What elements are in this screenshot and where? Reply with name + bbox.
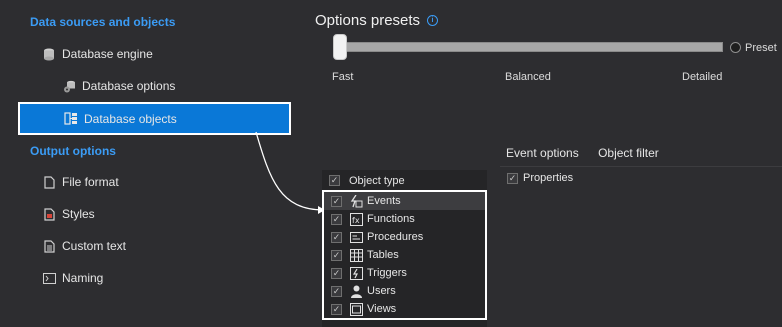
object-type-header[interactable]: ✓ Object type — [322, 171, 487, 191]
list-item-views[interactable]: ✓ Views — [324, 300, 485, 318]
sidebar-item-database-engine[interactable]: Database engine — [42, 44, 153, 64]
users-checkbox[interactable]: ✓ — [331, 285, 342, 297]
sidebar-item-styles[interactable]: Styles — [42, 204, 95, 224]
object-type-header-label: Object type — [349, 174, 405, 187]
preset-label: Preset — [745, 42, 777, 54]
list-item-label: Events — [367, 195, 401, 207]
events-icon — [350, 194, 363, 208]
sidebar-item-label: Custom text — [62, 239, 127, 253]
naming-icon — [42, 271, 56, 285]
functions-icon: fx — [350, 212, 363, 226]
list-item-tables[interactable]: ✓ Tables — [324, 246, 485, 264]
list-item-events[interactable]: ✓ Events — [324, 192, 485, 210]
tables-checkbox[interactable]: ✓ — [331, 249, 342, 261]
styles-icon — [42, 207, 56, 221]
table-icon — [350, 248, 363, 262]
list-item-label: Functions — [367, 213, 415, 225]
sidebar-item-file-format[interactable]: File format — [42, 172, 119, 192]
tabs-divider — [500, 166, 782, 167]
tab-object-filter[interactable]: Object filter — [598, 146, 659, 160]
event-option-label: Properties — [523, 172, 574, 184]
list-item-triggers[interactable]: ✓ Triggers — [324, 264, 485, 282]
sidebar-item-label: File format — [62, 175, 119, 189]
views-icon — [350, 302, 363, 316]
annotation-arrow — [255, 131, 325, 214]
list-item-label: Users — [367, 285, 396, 297]
views-checkbox[interactable]: ✓ — [331, 303, 342, 315]
functions-checkbox[interactable]: ✓ — [331, 213, 342, 225]
section-title-output-options: Output options — [30, 144, 116, 158]
sidebar-item-naming[interactable]: Naming — [42, 268, 103, 288]
list-item-users[interactable]: ✓ Users — [324, 282, 485, 300]
procedures-checkbox[interactable]: ✓ — [331, 231, 342, 243]
svg-text:fx: fx — [352, 216, 360, 225]
sidebar-item-custom-text[interactable]: Custom text — [42, 236, 126, 256]
list-item-label: Views — [367, 303, 397, 315]
database-icon — [42, 47, 56, 61]
database-settings-icon — [62, 79, 76, 93]
object-type-items: ✓ Events ✓ fx Functions ✓ Procedures ✓ T… — [324, 192, 485, 318]
sidebar-item-label: Styles — [62, 207, 95, 221]
file-icon — [42, 175, 56, 189]
event-options-tabs: Event options Object filter — [506, 146, 675, 160]
triggers-icon — [350, 266, 363, 280]
procedures-icon — [350, 231, 363, 244]
list-item-label: Triggers — [367, 267, 407, 279]
section-title-data-sources: Data sources and objects — [30, 15, 176, 29]
options-presets-title: Options presets — [315, 12, 421, 29]
tab-event-options[interactable]: Event options — [506, 146, 579, 160]
list-item-procedures[interactable]: ✓ Procedures — [324, 228, 485, 246]
preset-level-balanced: Balanced — [505, 71, 551, 83]
list-item-functions[interactable]: ✓ fx Functions — [324, 210, 485, 228]
info-icon[interactable]: i — [427, 15, 438, 26]
presets-slider-track[interactable] — [338, 42, 723, 52]
sidebar-item-label: Database engine — [62, 47, 153, 61]
preset-radio[interactable] — [730, 42, 741, 53]
triggers-checkbox[interactable]: ✓ — [331, 267, 342, 279]
sidebar-item-database-options[interactable]: Database options — [62, 76, 175, 96]
header-checkbox[interactable]: ✓ — [329, 175, 340, 186]
events-checkbox[interactable]: ✓ — [331, 195, 342, 207]
sidebar-item-label: Database options — [82, 79, 176, 93]
preset-level-detailed: Detailed — [682, 71, 723, 83]
list-item-label: Tables — [367, 249, 399, 261]
preset-level-fast: Fast — [332, 71, 354, 83]
sidebar-item-label: Naming — [62, 271, 104, 285]
database-objects-icon — [64, 112, 78, 126]
sidebar-item-label: Database objects — [84, 111, 177, 126]
event-option-properties[interactable]: ✓ Properties — [507, 172, 573, 184]
presets-slider-thumb[interactable] — [333, 34, 347, 60]
document-text-icon — [42, 239, 56, 253]
list-item-label: Procedures — [367, 231, 424, 243]
properties-checkbox[interactable]: ✓ — [507, 172, 518, 184]
user-icon — [350, 285, 363, 298]
